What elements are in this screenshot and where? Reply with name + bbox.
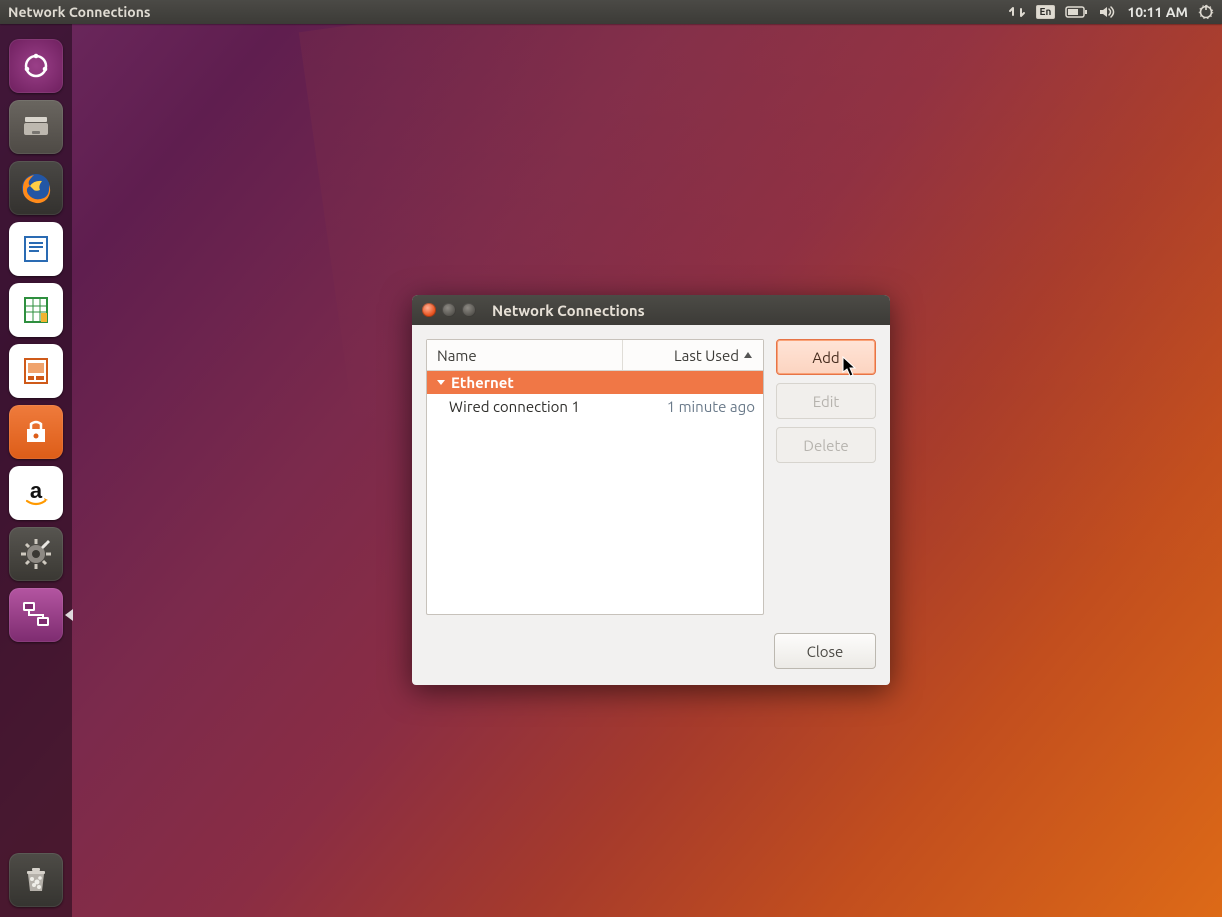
add-button[interactable]: Add <box>776 339 876 375</box>
window-maximize-icon[interactable] <box>462 303 476 317</box>
row-last-used: 1 minute ago <box>635 398 763 415</box>
dialog-titlebar[interactable]: Network Connections <box>412 295 890 325</box>
top-menubar: Network Connections En 10: <box>0 0 1222 24</box>
svg-text:a: a <box>30 478 43 503</box>
session-indicator-icon[interactable] <box>1198 0 1214 24</box>
window-close-icon[interactable] <box>422 303 436 317</box>
column-last-used-label: Last Used <box>674 347 739 364</box>
battery-indicator-icon[interactable] <box>1065 0 1089 24</box>
network-indicator-icon[interactable] <box>1008 0 1026 24</box>
connections-list[interactable]: Name Last Used Ethernet Wired connection… <box>426 339 764 615</box>
table-row[interactable]: Wired connection 1 1 minute ago <box>427 394 763 419</box>
keyboard-indicator[interactable]: En <box>1036 0 1056 24</box>
keyboard-language-label: En <box>1036 5 1056 19</box>
network-connections-dialog: Network Connections Name Last Used Ether… <box>412 295 890 685</box>
menubar-app-title: Network Connections <box>8 4 151 20</box>
desktop-background: Network Connections En 10: <box>0 0 1222 917</box>
sound-indicator-icon[interactable] <box>1099 0 1117 24</box>
list-header: Name Last Used <box>427 340 763 371</box>
launcher-amazon-icon[interactable]: a <box>9 466 63 520</box>
window-minimize-icon[interactable] <box>442 303 456 317</box>
row-name: Wired connection 1 <box>427 398 635 415</box>
launcher-files-icon[interactable] <box>9 100 63 154</box>
launcher-impress-icon[interactable] <box>9 344 63 398</box>
group-ethernet[interactable]: Ethernet <box>427 371 763 394</box>
delete-button[interactable]: Delete <box>776 427 876 463</box>
launcher-calc-icon[interactable] <box>9 283 63 337</box>
dialog-title: Network Connections <box>492 302 645 319</box>
launcher-settings-icon[interactable] <box>9 527 63 581</box>
dialog-footer: Close <box>412 629 890 685</box>
launcher-dash-icon[interactable] <box>9 39 63 93</box>
sort-ascending-icon <box>743 350 753 360</box>
edit-button[interactable]: Edit <box>776 383 876 419</box>
column-last-used[interactable]: Last Used <box>623 340 763 370</box>
list-rows: Ethernet Wired connection 1 1 minute ago <box>427 371 763 614</box>
launcher-network-connections-icon[interactable] <box>9 588 63 642</box>
clock-indicator[interactable]: 10:11 AM <box>1127 0 1188 24</box>
dialog-side-buttons: Add Edit Delete <box>776 339 876 615</box>
close-button[interactable]: Close <box>774 633 876 669</box>
launcher-trash-icon[interactable] <box>9 853 63 907</box>
unity-launcher: a <box>0 24 72 917</box>
column-name[interactable]: Name <box>427 340 623 370</box>
launcher-firefox-icon[interactable] <box>9 161 63 215</box>
launcher-writer-icon[interactable] <box>9 222 63 276</box>
launcher-software-icon[interactable] <box>9 405 63 459</box>
